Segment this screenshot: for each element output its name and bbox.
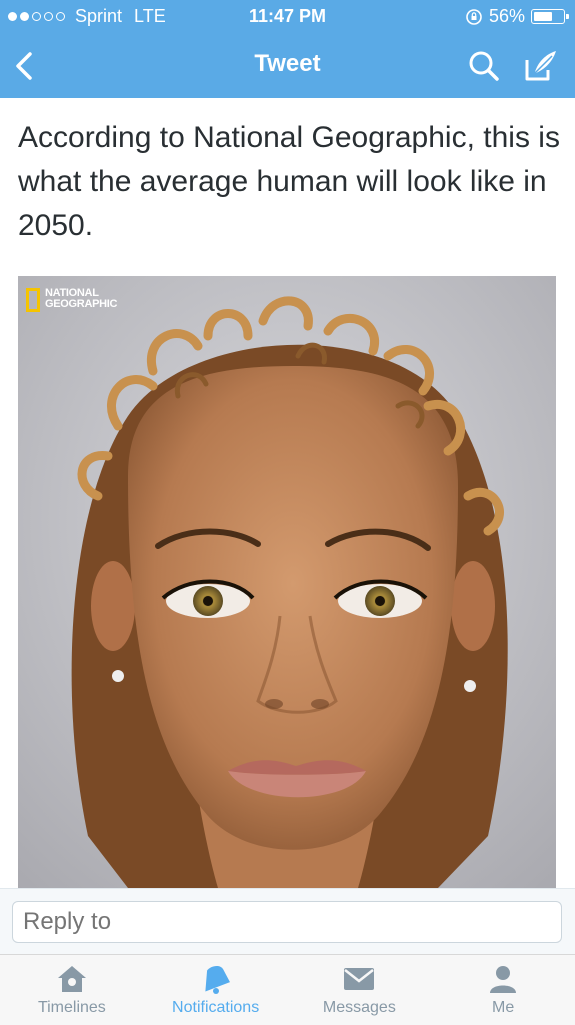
house-icon [57,966,86,992]
compose-icon [525,51,556,81]
tab-label: Me [492,999,515,1016]
portrait-illustration [18,276,556,888]
status-right: 56% [465,6,569,27]
reply-area [0,888,575,955]
tab-label: Messages [322,999,396,1016]
status-bar: Sprint LTE 11:47 PM 56% [0,0,575,34]
tab-label: Timelines [37,999,106,1016]
envelope-icon [344,968,375,990]
search-button[interactable] [466,48,502,84]
battery-percent: 56% [488,6,525,26]
reply-input[interactable] [12,901,562,943]
navigation-bar: Tweet [0,36,575,96]
tweet-image[interactable]: NATIONAL GEOGRAPHIC [18,276,556,888]
yellow-frame-icon [26,288,40,312]
tab-me[interactable]: Me [431,955,575,1025]
person-icon [490,966,517,993]
national-geographic-logo: NATIONAL GEOGRAPHIC [26,288,125,312]
logo-text: NATIONAL GEOGRAPHIC [45,287,118,310]
search-icon [469,51,499,81]
tab-notifications[interactable]: Notifications [144,955,288,1025]
compose-tweet-button[interactable] [522,48,560,84]
tab-bar: Timelines Notifications Messages Me [0,954,575,1025]
tab-timelines[interactable]: Timelines [0,955,144,1025]
battery-icon [531,9,569,24]
bell-icon [204,966,230,994]
top-bar: Sprint LTE 11:47 PM 56% Tweet [0,0,575,98]
tab-messages[interactable]: Messages [288,955,432,1025]
tweet-text: According to National Geographic, this i… [18,121,560,242]
tab-label: Notifications [172,999,260,1016]
rotation-lock-icon [466,8,482,25]
